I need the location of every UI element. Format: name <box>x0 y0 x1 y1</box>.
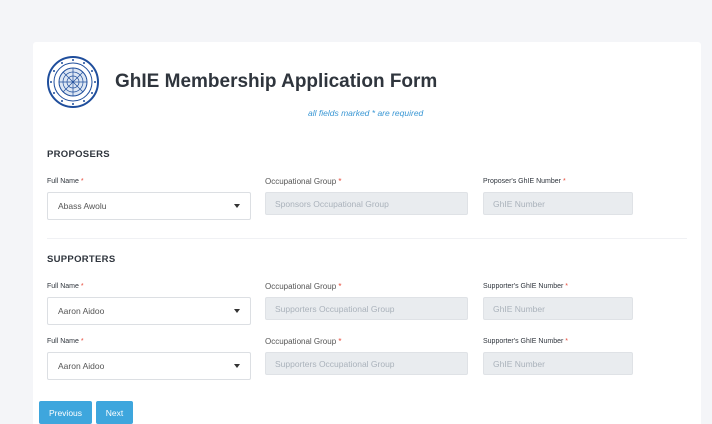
supporter-2-occupational-group-input[interactable]: Supporters Occupational Group <box>265 352 468 375</box>
chevron-down-icon <box>234 204 240 208</box>
required-fields-note: all fields marked * are required <box>308 108 424 118</box>
supporter-2-full-name-value: Aaron Aidoo <box>58 361 105 371</box>
proposer-full-name-label: Full Name * <box>47 178 84 185</box>
section-divider <box>47 238 687 239</box>
supporter-2-occupational-group-label: Occupational Group * <box>265 337 342 346</box>
supporter-1-full-name-label: Full Name * <box>47 283 84 290</box>
supporter-2-full-name-label: Full Name * <box>47 338 84 345</box>
form-card: GhIE Membership Application Form all fie… <box>33 42 701 424</box>
proposer-occupational-group-input[interactable]: Sponsors Occupational Group <box>265 192 468 215</box>
supporter-1-occupational-group-input[interactable]: Supporters Occupational Group <box>265 297 468 320</box>
supporter-2-ghie-number-label: Supporter's GhIE Number * <box>483 338 569 345</box>
supporter-1-full-name-value: Aaron Aidoo <box>58 306 105 316</box>
supporter-2-ghie-number-input[interactable]: GhIE Number <box>483 352 633 375</box>
page-title: GhIE Membership Application Form <box>115 71 438 92</box>
proposer-ghie-number-label: Proposer's GhIE Number * <box>483 178 566 185</box>
previous-button[interactable]: Previous <box>39 401 92 424</box>
supporter-1-ghie-number-label: Supporter's GhIE Number * <box>483 283 569 290</box>
section-title-supporters: SUPPORTERS <box>47 254 116 265</box>
proposer-occupational-group-label: Occupational Group * <box>265 177 342 186</box>
chevron-down-icon <box>234 364 240 368</box>
ghie-seal-logo-icon <box>47 56 99 108</box>
next-button[interactable]: Next <box>96 401 133 424</box>
proposer-ghie-number-input[interactable]: GhIE Number <box>483 192 633 215</box>
supporter-1-occupational-group-label: Occupational Group * <box>265 282 342 291</box>
chevron-down-icon <box>234 309 240 313</box>
section-title-proposers: PROPOSERS <box>47 149 110 160</box>
supporter-1-full-name-select[interactable]: Aaron Aidoo <box>47 297 251 325</box>
proposer-full-name-value: Abass Awolu <box>58 201 107 211</box>
supporter-2-full-name-select[interactable]: Aaron Aidoo <box>47 352 251 380</box>
supporter-1-ghie-number-input[interactable]: GhIE Number <box>483 297 633 320</box>
proposer-full-name-select[interactable]: Abass Awolu <box>47 192 251 220</box>
